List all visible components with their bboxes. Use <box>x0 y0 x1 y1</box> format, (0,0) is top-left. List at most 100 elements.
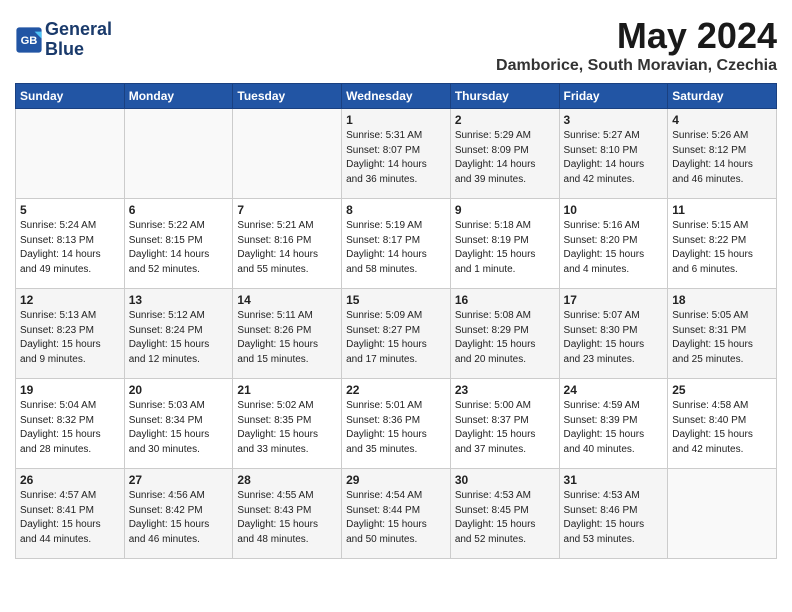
day-info: Sunrise: 5:05 AM Sunset: 8:31 PM Dayligh… <box>672 309 772 367</box>
day-info: Sunrise: 4:59 AM Sunset: 8:39 PM Dayligh… <box>564 399 664 457</box>
day-info: Sunrise: 4:53 AM Sunset: 8:45 PM Dayligh… <box>455 489 555 547</box>
day-number: 9 <box>455 203 555 217</box>
day-info: Sunrise: 5:13 AM Sunset: 8:23 PM Dayligh… <box>20 309 120 367</box>
calendar-cell: 24 Sunrise: 4:59 AM Sunset: 8:39 PM Dayli… <box>559 379 668 469</box>
logo: GB General Blue <box>15 20 112 60</box>
day-info: Sunrise: 5:03 AM Sunset: 8:34 PM Dayligh… <box>129 399 229 457</box>
day-number: 18 <box>672 293 772 307</box>
calendar-week-4: 19 Sunrise: 5:04 AM Sunset: 8:32 PM Dayli… <box>16 379 777 469</box>
day-info: Sunrise: 5:11 AM Sunset: 8:26 PM Dayligh… <box>237 309 337 367</box>
weekday-header-saturday: Saturday <box>668 84 777 109</box>
weekday-header-tuesday: Tuesday <box>233 84 342 109</box>
day-number: 27 <box>129 473 229 487</box>
day-number: 17 <box>564 293 664 307</box>
day-number: 21 <box>237 383 337 397</box>
calendar-cell <box>124 109 233 199</box>
weekday-header-thursday: Thursday <box>450 84 559 109</box>
weekday-header-sunday: Sunday <box>16 84 125 109</box>
day-info: Sunrise: 5:15 AM Sunset: 8:22 PM Dayligh… <box>672 219 772 277</box>
day-number: 13 <box>129 293 229 307</box>
calendar-cell: 19 Sunrise: 5:04 AM Sunset: 8:32 PM Dayli… <box>16 379 125 469</box>
day-info: Sunrise: 5:18 AM Sunset: 8:19 PM Dayligh… <box>455 219 555 277</box>
day-number: 11 <box>672 203 772 217</box>
day-info: Sunrise: 4:54 AM Sunset: 8:44 PM Dayligh… <box>346 489 446 547</box>
calendar-cell: 5 Sunrise: 5:24 AM Sunset: 8:13 PM Daylig… <box>16 199 125 289</box>
calendar-cell: 21 Sunrise: 5:02 AM Sunset: 8:35 PM Dayli… <box>233 379 342 469</box>
calendar-week-5: 26 Sunrise: 4:57 AM Sunset: 8:41 PM Dayli… <box>16 469 777 559</box>
calendar-cell: 28Sunrise: 4:55 AM Sunset: 8:43 PM Dayli… <box>233 469 342 559</box>
day-number: 19 <box>20 383 120 397</box>
calendar-cell: 16 Sunrise: 5:08 AM Sunset: 8:29 PM Dayli… <box>450 289 559 379</box>
logo-text: General Blue <box>45 20 112 60</box>
day-number: 5 <box>20 203 120 217</box>
day-info: Sunrise: 5:24 AM Sunset: 8:13 PM Dayligh… <box>20 219 120 277</box>
day-number: 4 <box>672 113 772 127</box>
weekday-header-monday: Monday <box>124 84 233 109</box>
day-number: 25 <box>672 383 772 397</box>
day-info: Sunrise: 5:00 AM Sunset: 8:37 PM Dayligh… <box>455 399 555 457</box>
calendar-cell: 15 Sunrise: 5:09 AM Sunset: 8:27 PM Dayli… <box>342 289 451 379</box>
day-info: Sunrise: 4:56 AM Sunset: 8:42 PM Dayligh… <box>129 489 229 547</box>
day-number: 30 <box>455 473 555 487</box>
calendar-body: 1Sunrise: 5:31 AM Sunset: 8:07 PM Daylig… <box>16 109 777 559</box>
calendar-cell: 2 Sunrise: 5:29 AM Sunset: 8:09 PM Daylig… <box>450 109 559 199</box>
calendar-cell: 27 Sunrise: 4:56 AM Sunset: 8:42 PM Dayli… <box>124 469 233 559</box>
day-number: 2 <box>455 113 555 127</box>
calendar-cell: 23 Sunrise: 5:00 AM Sunset: 8:37 PM Dayli… <box>450 379 559 469</box>
calendar-cell: 11 Sunrise: 5:15 AM Sunset: 8:22 PM Dayli… <box>668 199 777 289</box>
calendar-cell: 12Sunrise: 5:13 AM Sunset: 8:23 PM Dayli… <box>16 289 125 379</box>
day-info: Sunrise: 5:21 AM Sunset: 8:16 PM Dayligh… <box>237 219 337 277</box>
day-info: Sunrise: 5:27 AM Sunset: 8:10 PM Dayligh… <box>564 129 664 187</box>
calendar-cell: 13 Sunrise: 5:12 AM Sunset: 8:24 PM Dayli… <box>124 289 233 379</box>
day-number: 8 <box>346 203 446 217</box>
location-subtitle: Damborice, South Moravian, Czechia <box>496 57 777 75</box>
day-number: 23 <box>455 383 555 397</box>
calendar-header-row: SundayMondayTuesdayWednesdayThursdayFrid… <box>16 84 777 109</box>
calendar-cell <box>233 109 342 199</box>
calendar-week-2: 5 Sunrise: 5:24 AM Sunset: 8:13 PM Daylig… <box>16 199 777 289</box>
day-number: 15 <box>346 293 446 307</box>
day-number: 26 <box>20 473 120 487</box>
calendar-week-1: 1Sunrise: 5:31 AM Sunset: 8:07 PM Daylig… <box>16 109 777 199</box>
day-info: Sunrise: 5:16 AM Sunset: 8:20 PM Dayligh… <box>564 219 664 277</box>
day-number: 24 <box>564 383 664 397</box>
day-number: 14 <box>237 293 337 307</box>
day-info: Sunrise: 4:57 AM Sunset: 8:41 PM Dayligh… <box>20 489 120 547</box>
day-info: Sunrise: 5:08 AM Sunset: 8:29 PM Dayligh… <box>455 309 555 367</box>
calendar-cell: 22Sunrise: 5:01 AM Sunset: 8:36 PM Dayli… <box>342 379 451 469</box>
weekday-header-friday: Friday <box>559 84 668 109</box>
month-year-title: May 2024 <box>496 15 777 57</box>
day-number: 7 <box>237 203 337 217</box>
day-info: Sunrise: 5:22 AM Sunset: 8:15 PM Dayligh… <box>129 219 229 277</box>
day-info: Sunrise: 4:55 AM Sunset: 8:43 PM Dayligh… <box>237 489 337 547</box>
calendar-cell: 20 Sunrise: 5:03 AM Sunset: 8:34 PM Dayli… <box>124 379 233 469</box>
day-number: 16 <box>455 293 555 307</box>
calendar-cell: 7 Sunrise: 5:21 AM Sunset: 8:16 PM Daylig… <box>233 199 342 289</box>
calendar-cell: 18 Sunrise: 5:05 AM Sunset: 8:31 PM Dayli… <box>668 289 777 379</box>
day-info: Sunrise: 5:12 AM Sunset: 8:24 PM Dayligh… <box>129 309 229 367</box>
calendar-cell: 8 Sunrise: 5:19 AM Sunset: 8:17 PM Daylig… <box>342 199 451 289</box>
day-info: Sunrise: 5:07 AM Sunset: 8:30 PM Dayligh… <box>564 309 664 367</box>
calendar-cell: 6Sunrise: 5:22 AM Sunset: 8:15 PM Daylig… <box>124 199 233 289</box>
day-info: Sunrise: 5:02 AM Sunset: 8:35 PM Dayligh… <box>237 399 337 457</box>
calendar-cell: 14 Sunrise: 5:11 AM Sunset: 8:26 PM Dayli… <box>233 289 342 379</box>
calendar-cell: 3Sunrise: 5:27 AM Sunset: 8:10 PM Daylig… <box>559 109 668 199</box>
day-number: 10 <box>564 203 664 217</box>
calendar-cell: 30 Sunrise: 4:53 AM Sunset: 8:45 PM Dayli… <box>450 469 559 559</box>
day-info: Sunrise: 5:04 AM Sunset: 8:32 PM Dayligh… <box>20 399 120 457</box>
day-info: Sunrise: 5:29 AM Sunset: 8:09 PM Dayligh… <box>455 129 555 187</box>
logo-icon: GB <box>15 26 43 54</box>
weekday-header-wednesday: Wednesday <box>342 84 451 109</box>
day-info: Sunrise: 5:19 AM Sunset: 8:17 PM Dayligh… <box>346 219 446 277</box>
day-number: 1 <box>346 113 446 127</box>
calendar-cell: 1Sunrise: 5:31 AM Sunset: 8:07 PM Daylig… <box>342 109 451 199</box>
calendar-cell: 25Sunrise: 4:58 AM Sunset: 8:40 PM Dayli… <box>668 379 777 469</box>
day-number: 31 <box>564 473 664 487</box>
svg-text:GB: GB <box>21 35 38 47</box>
day-info: Sunrise: 5:09 AM Sunset: 8:27 PM Dayligh… <box>346 309 446 367</box>
calendar-cell: 31Sunrise: 4:53 AM Sunset: 8:46 PM Dayli… <box>559 469 668 559</box>
day-number: 20 <box>129 383 229 397</box>
day-info: Sunrise: 5:26 AM Sunset: 8:12 PM Dayligh… <box>672 129 772 187</box>
header: GB General Blue May 2024 Damborice, Sout… <box>15 15 777 75</box>
calendar-cell: 9 Sunrise: 5:18 AM Sunset: 8:19 PM Daylig… <box>450 199 559 289</box>
